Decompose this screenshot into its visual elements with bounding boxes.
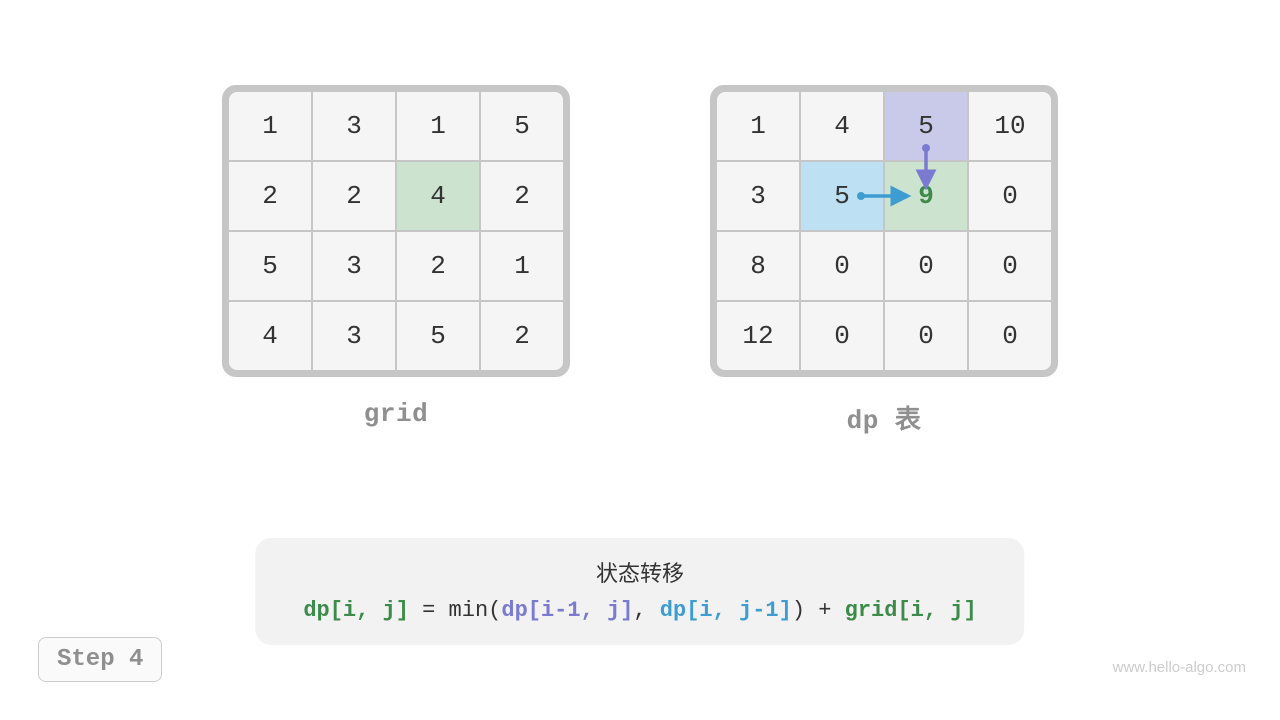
dp-label: dp 表 bbox=[847, 399, 922, 436]
table-cell: 4 bbox=[801, 92, 883, 160]
formula-a: dp[i-1, j] bbox=[501, 598, 633, 623]
table-cell: 0 bbox=[969, 302, 1051, 370]
step-badge: Step 4 bbox=[38, 637, 162, 682]
dp-table-wrap: 145103590800012000 bbox=[710, 85, 1058, 436]
table-cell: 4 bbox=[397, 162, 479, 230]
dp-table: 145103590800012000 bbox=[717, 92, 1051, 370]
formula-box: 状态转移 dp[i, j] = min(dp[i-1, j], dp[i, j-… bbox=[255, 538, 1024, 645]
table-cell: 0 bbox=[885, 232, 967, 300]
table-cell: 5 bbox=[801, 162, 883, 230]
table-cell: 12 bbox=[717, 302, 799, 370]
table-cell: 3 bbox=[313, 232, 395, 300]
table-cell: 2 bbox=[481, 302, 563, 370]
table-cell: 3 bbox=[313, 92, 395, 160]
table-cell: 0 bbox=[801, 232, 883, 300]
diagram-stage: 1315224253214352 grid 145103590800012000 bbox=[0, 0, 1280, 720]
table-cell: 4 bbox=[229, 302, 311, 370]
table-cell: 0 bbox=[969, 232, 1051, 300]
formula-comma: , bbox=[633, 598, 659, 623]
table-cell: 8 bbox=[717, 232, 799, 300]
table-cell: 9 bbox=[885, 162, 967, 230]
table-cell: 5 bbox=[481, 92, 563, 160]
tables-row: 1315224253214352 grid 145103590800012000 bbox=[0, 0, 1280, 436]
table-cell: 2 bbox=[397, 232, 479, 300]
table-cell: 3 bbox=[313, 302, 395, 370]
grid-table-border: 1315224253214352 bbox=[222, 85, 570, 377]
watermark: www.hello-algo.com bbox=[1113, 659, 1246, 676]
formula-eq: = min( bbox=[409, 598, 501, 623]
table-cell: 1 bbox=[717, 92, 799, 160]
table-cell: 5 bbox=[397, 302, 479, 370]
table-cell: 2 bbox=[229, 162, 311, 230]
table-cell: 1 bbox=[229, 92, 311, 160]
table-cell: 3 bbox=[717, 162, 799, 230]
table-cell: 1 bbox=[397, 92, 479, 160]
table-cell: 0 bbox=[885, 302, 967, 370]
table-cell: 5 bbox=[229, 232, 311, 300]
table-cell: 5 bbox=[885, 92, 967, 160]
formula-title: 状态转移 bbox=[303, 556, 976, 588]
table-cell: 2 bbox=[313, 162, 395, 230]
table-cell: 2 bbox=[481, 162, 563, 230]
dp-table-border: 145103590800012000 bbox=[710, 85, 1058, 377]
formula-lhs: dp[i, j] bbox=[303, 598, 409, 623]
formula-code: dp[i, j] = min(dp[i-1, j], dp[i, j-1]) +… bbox=[303, 598, 976, 623]
table-cell: 0 bbox=[969, 162, 1051, 230]
formula-rhs: grid[i, j] bbox=[845, 598, 977, 623]
grid-label: grid bbox=[364, 399, 428, 429]
table-cell: 10 bbox=[969, 92, 1051, 160]
formula-close: ) + bbox=[792, 598, 845, 623]
table-cell: 0 bbox=[801, 302, 883, 370]
grid-table: 1315224253214352 bbox=[229, 92, 563, 370]
formula-b: dp[i, j-1] bbox=[660, 598, 792, 623]
grid-table-wrap: 1315224253214352 grid bbox=[222, 85, 570, 436]
table-cell: 1 bbox=[481, 232, 563, 300]
